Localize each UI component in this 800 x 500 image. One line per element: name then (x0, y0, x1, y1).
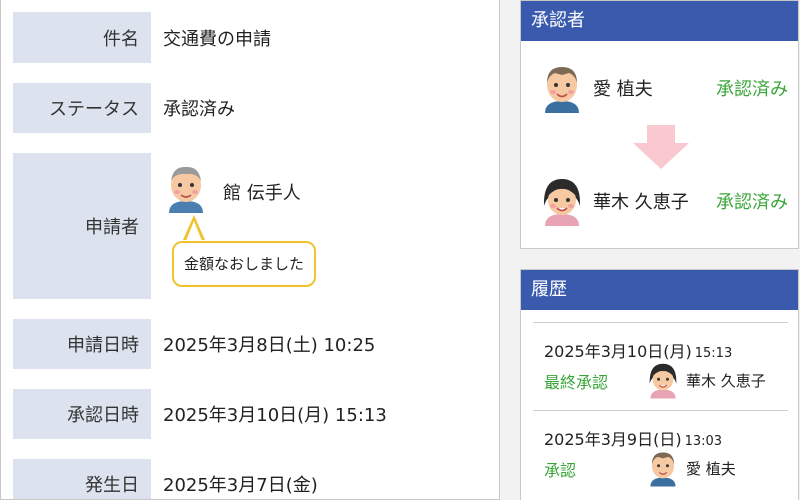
history-date: 2025年3月10日(月) 15:13 (544, 338, 732, 362)
history-action: 最終承認 (544, 373, 609, 392)
comment-bubble-tail-inner (186, 221, 202, 241)
applied-at-value: 2025年3月8日(土) 10:25 (163, 335, 376, 356)
subject-label-cell: 件名 (13, 12, 151, 63)
approver-name: 愛 植夫 (593, 79, 653, 100)
approvers-panel: 承認者 愛 植夫 承認済み 華木 久恵子 承認済み (520, 0, 799, 249)
history-panel: 履歴 2025年3月10日(月) 15:13 最終承認 華木 久恵子 2025年3… (520, 269, 799, 500)
status-label: ステータス (49, 99, 139, 120)
occurred-label: 発生日 (85, 475, 139, 496)
history-date-text: 2025年3月10日(月) (544, 342, 692, 361)
applied-at-label-cell: 申請日時 (13, 319, 151, 369)
approved-at-value: 2025年3月10日(月) 15:13 (163, 405, 387, 426)
woman-avatar (543, 179, 581, 226)
applied-at-row: 申請日時 2025年3月8日(土) 10:25 (13, 319, 489, 369)
older-man-avatar (169, 166, 203, 213)
subject-row: 件名 交通費の申請 (13, 12, 489, 63)
approver-status: 承認済み (716, 79, 788, 100)
occurred-label-cell: 発生日 (13, 459, 151, 499)
subject-value: 交通費の申請 (163, 28, 271, 50)
approved-at-row: 承認日時 2025年3月10日(月) 15:13 (13, 389, 489, 439)
comment-bubble: 金額なおしました (172, 241, 317, 287)
occurred-row: 発生日 2025年3月7日(金) (13, 459, 489, 499)
woman-avatar (649, 363, 677, 399)
applied-at-label: 申請日時 (67, 335, 139, 356)
history-item: 2025年3月9日(日) 13:03 承認 愛 植夫 (533, 410, 788, 498)
down-arrow-icon (633, 125, 689, 169)
occurred-value: 2025年3月7日(金) (163, 475, 318, 496)
applicant-label-cell: 申請者 (13, 153, 151, 299)
history-date-text: 2025年3月9日(日) (544, 430, 682, 449)
older-man-avatar (545, 67, 579, 113)
history-item: 2025年3月10日(月) 15:13 最終承認 華木 久恵子 (533, 322, 788, 410)
approvers-title: 承認者 (521, 1, 798, 41)
approver-status: 承認済み (716, 192, 788, 213)
history-time: 15:13 (694, 346, 733, 361)
history-date: 2025年3月9日(日) 13:03 (544, 426, 722, 450)
approved-at-label-cell: 承認日時 (13, 389, 151, 439)
request-detail-card: 件名 交通費の申請 ステータス 承認済み 申請者 館 伝手人 金額なおしました (0, 0, 500, 500)
applicant-block: 館 伝手人 金額なおしました (163, 153, 483, 287)
status-value: 承認済み (163, 99, 235, 120)
applicant-name: 館 伝手人 (223, 183, 301, 204)
applicant-label: 申請者 (85, 217, 139, 238)
subject-label: 件名 (103, 28, 139, 50)
approver-item: 華木 久恵子 承認済み (521, 176, 800, 226)
status-row: ステータス 承認済み (13, 83, 489, 133)
history-action: 承認 (544, 461, 577, 480)
applicant-row: 申請者 館 伝手人 金額なおしました (13, 153, 489, 299)
older-man-avatar (650, 452, 676, 487)
approver-name: 華木 久恵子 (593, 192, 689, 213)
history-name: 華木 久恵子 (686, 372, 766, 390)
status-label-cell: ステータス (13, 83, 151, 133)
history-time: 13:03 (684, 434, 723, 449)
history-name: 愛 植夫 (686, 460, 736, 478)
approver-item: 愛 植夫 承認済み (521, 63, 800, 113)
approved-at-label: 承認日時 (67, 405, 139, 426)
history-title: 履歴 (521, 270, 798, 310)
